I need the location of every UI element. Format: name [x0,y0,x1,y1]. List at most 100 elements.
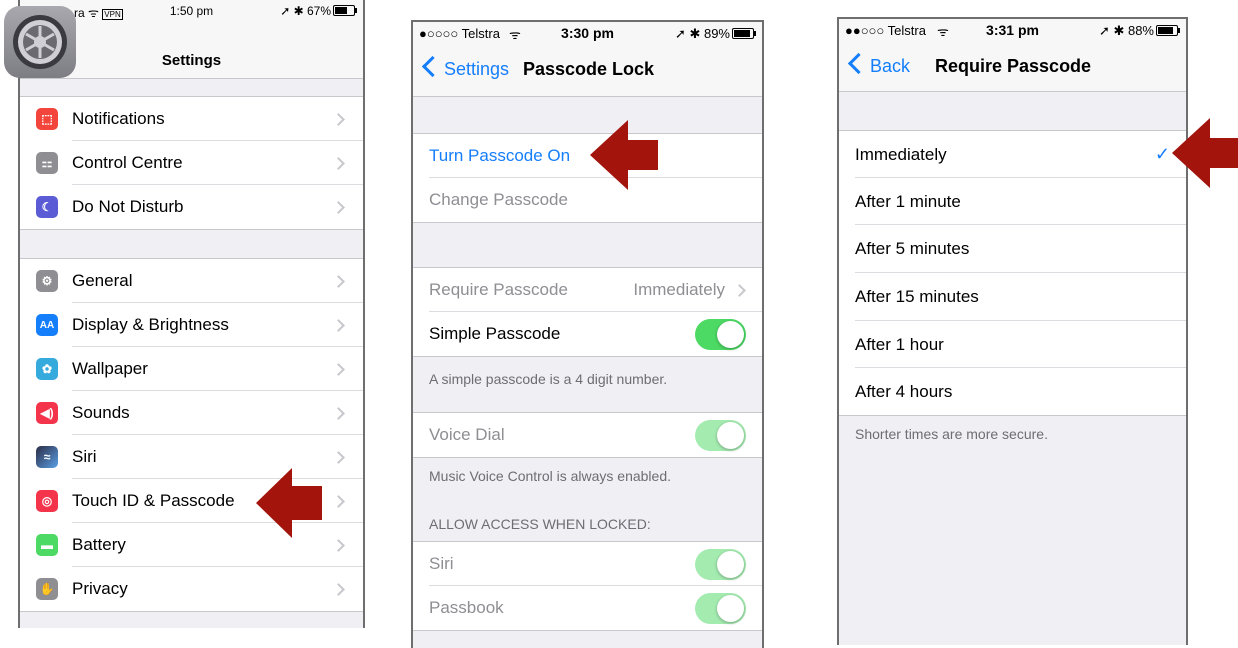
settings-item-label: General [72,271,133,290]
settings-item-label: Wallpaper [72,359,148,378]
require-passcode-footer: Shorter times are more secure. [855,426,1048,442]
battery-percent: 89% [703,26,730,41]
settings-item-label: Battery [72,535,126,554]
gear-icon: ⚙ [36,270,58,292]
chevron-right-icon [332,274,345,288]
settings-item-notifications[interactable]: ⬚ Notifications [20,97,363,141]
chevron-right-icon [733,283,746,297]
settings-item-label: Privacy [72,579,128,598]
settings-gear-icon [4,6,76,78]
passcode-group-2: Require Passcode Immediately Simple Passc… [413,267,762,357]
chevron-right-icon [332,112,345,126]
chevron-left-icon [847,52,870,75]
turn-passcode-on-button[interactable]: Turn Passcode On [413,134,762,178]
simple-passcode-row: Simple Passcode [413,312,762,356]
siri-icon: ≈ [36,446,58,468]
require-passcode-screen: ●●○○○ Telstra ᯤ 3:31 pm ➚ ✱ 88% Back Req… [837,17,1188,645]
turn-passcode-on-label: Turn Passcode On [429,146,571,165]
settings-item-label: Control Centre [72,153,183,172]
change-passcode-button[interactable]: Change Passcode [413,178,762,222]
siri-access-row: Siri [413,542,762,586]
moon-icon: ☾ [36,196,58,218]
display-icon: AA [36,314,58,336]
simple-passcode-label: Simple Passcode [429,324,561,343]
option-after-1-minute[interactable]: After 1 minute [839,178,1186,225]
battery-percent: 67% [306,4,331,18]
settings-group-2: ⚙ General AA Display & Brightness ✿ Wallpap… [20,258,363,612]
option-label: After 5 minutes [855,239,970,258]
settings-item-control-centre[interactable]: ⚏ Control Centre [20,141,363,185]
require-passcode-value: Immediately [633,280,725,299]
settings-item-label: Notifications [72,109,165,128]
require-passcode-label: Require Passcode [429,280,568,299]
back-button[interactable]: Settings [421,55,510,80]
option-immediately[interactable]: Immediately ✓ [839,131,1186,178]
chevron-right-icon [332,362,345,376]
siri-access-toggle[interactable] [695,548,746,580]
option-after-15-minutes[interactable]: After 15 minutes [839,273,1186,321]
voice-dial-group: Voice Dial [413,412,762,458]
status-bar: ●○○○○ Telstra ᯤ 3:30 pm ➚ ✱ 89% [413,22,762,46]
simple-passcode-toggle[interactable] [695,318,746,350]
arrow-immediately-icon [1172,118,1238,188]
option-after-1-hour[interactable]: After 1 hour [839,321,1186,368]
voice-dial-toggle[interactable] [695,419,746,451]
arrow-turn-passcode-on-icon [590,120,658,190]
page-title: Passcode Lock [523,59,655,79]
option-label: After 1 minute [855,191,961,211]
option-label: After 4 hours [855,381,953,401]
passcode-group-1: Turn Passcode On Change Passcode [413,133,762,223]
option-after-4-hours[interactable]: After 4 hours [839,368,1186,415]
passbook-access-label: Passbook [429,598,504,617]
back-label: Settings [444,59,510,79]
arrow-touch-id-icon [256,468,322,538]
nav-bar: Settings Passcode Lock [413,46,762,97]
fingerprint-icon: ◎ [36,490,58,512]
chevron-right-icon [332,538,345,552]
back-label: Back [870,56,911,76]
passbook-access-row: Passbook [413,586,762,630]
option-label: After 15 minutes [855,287,979,306]
require-options-group: Immediately ✓ After 1 minute After 5 minu… [839,130,1186,416]
settings-item-display[interactable]: AA Display & Brightness [20,303,363,347]
voice-dial-row: Voice Dial [413,413,762,457]
voice-dial-footer: Music Voice Control is always enabled. [429,468,672,484]
nav-bar: Back Require Passcode [839,43,1186,92]
option-label: Immediately [855,144,947,164]
passcode-lock-screen: ●○○○○ Telstra ᯤ 3:30 pm ➚ ✱ 89% Settings… [411,20,764,648]
chevron-right-icon [332,200,345,214]
change-passcode-label: Change Passcode [429,190,568,209]
page-title: Require Passcode [935,56,1092,76]
settings-item-label: Sounds [72,403,130,422]
chevron-right-icon [332,318,345,332]
settings-item-do-not-disturb[interactable]: ☾ Do Not Disturb [20,185,363,229]
settings-group-1: ⬚ Notifications ⚏ Control Centre ☾ Do Not D… [20,96,363,230]
battery-icon [732,28,756,39]
settings-item-label: Siri [72,447,97,466]
chevron-right-icon [332,582,345,596]
battery-icon [1156,25,1180,36]
voice-dial-label: Voice Dial [429,425,505,444]
simple-passcode-footer: A simple passcode is a 4 digit number. [429,371,668,387]
settings-item-sounds[interactable]: ◀) Sounds [20,391,363,435]
battery-icon [333,5,357,16]
settings-item-privacy[interactable]: ✋ Privacy [20,567,363,611]
checkmark-icon: ✓ [1154,144,1170,164]
battery-percent: 88% [1127,23,1154,38]
chevron-left-icon [421,55,444,78]
status-bar: ●●○○○ Telstra ᯤ 3:31 pm ➚ ✱ 88% [839,19,1186,43]
settings-item-general[interactable]: ⚙ General [20,259,363,303]
settings-item-wallpaper[interactable]: ✿ Wallpaper [20,347,363,391]
speaker-icon: ◀) [36,402,58,424]
battery-icon: ▬ [36,534,58,556]
back-button[interactable]: Back [847,52,911,77]
chevron-right-icon [332,450,345,464]
lock-access-group: Siri Passbook [413,541,762,631]
chevron-right-icon [332,406,345,420]
siri-access-label: Siri [429,554,454,573]
notifications-icon: ⬚ [36,108,58,130]
require-passcode-row[interactable]: Require Passcode Immediately [413,268,762,312]
option-after-5-minutes[interactable]: After 5 minutes [839,225,1186,273]
hand-icon: ✋ [36,578,58,600]
passbook-access-toggle[interactable] [695,592,746,624]
